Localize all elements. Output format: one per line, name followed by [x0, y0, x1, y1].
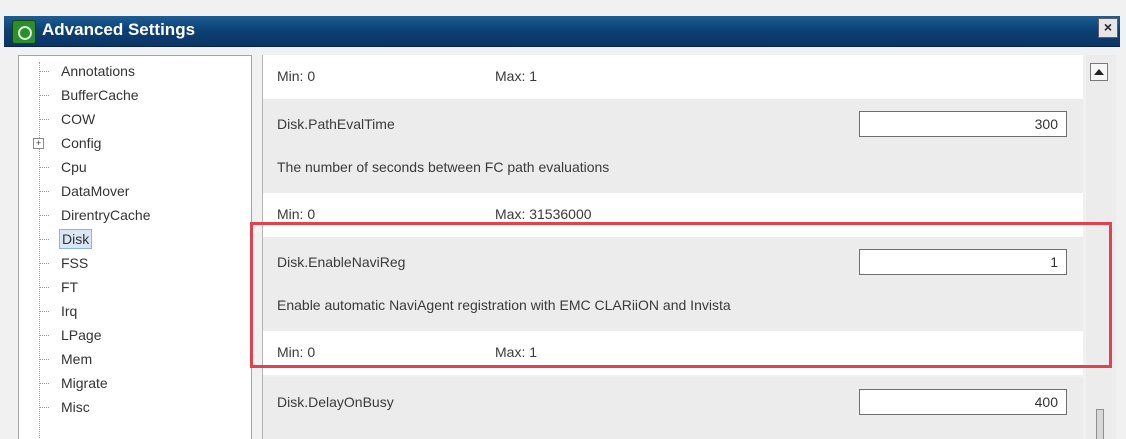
- min-value: Min: 0: [277, 206, 316, 222]
- range-row: Min: 0 Max: 31536000: [263, 193, 1083, 237]
- settings-tree: Annotations BufferCache COW + Config Cpu…: [18, 55, 252, 439]
- tree-branch: [39, 215, 49, 216]
- tree-branch: [39, 407, 49, 408]
- tree-item-label: Annotations: [61, 63, 135, 79]
- setting-disk-delayonbusy: Disk.DelayOnBusy 400: [263, 377, 1083, 439]
- setting-value-input[interactable]: 300: [859, 111, 1067, 137]
- close-icon: ×: [1103, 19, 1113, 35]
- title-bar[interactable]: Advanced Settings: [4, 16, 1120, 47]
- setting-disk-enablenavireg: Disk.EnableNaviReg 1 Enable automatic Na…: [263, 237, 1083, 331]
- max-value: Max: 31536000: [495, 206, 592, 222]
- tree-branch: [39, 167, 49, 168]
- settings-content-pane: Min: 0 Max: 1 Disk.PathEvalTime 300 The …: [262, 55, 1083, 439]
- tree-item-label: Migrate: [61, 375, 108, 391]
- tree-item-label: FSS: [61, 255, 89, 271]
- min-value: Min: 0: [277, 68, 316, 84]
- tree-branch: [39, 311, 49, 312]
- setting-name: Disk.DelayOnBusy: [277, 394, 394, 410]
- tree-branch: [39, 239, 49, 240]
- tree-item-label: DirentryCache: [61, 207, 151, 223]
- tree-item-label: Mem: [61, 351, 93, 367]
- min-value: Min: 0: [277, 344, 316, 360]
- tree-branch: [39, 71, 49, 72]
- max-value: Max: 1: [495, 344, 538, 360]
- setting-name: Disk.PathEvalTime: [277, 116, 395, 132]
- vertical-scrollbar[interactable]: [1086, 55, 1116, 439]
- tree-item-label: Misc: [61, 399, 90, 415]
- app-icon: [12, 20, 36, 44]
- tree-item-label: FT: [61, 279, 79, 295]
- tree-item-label: Disk: [59, 229, 93, 249]
- range-row: Min: 0 Max: 1: [263, 55, 1083, 99]
- setting-value-input[interactable]: 400: [859, 389, 1067, 415]
- tree-item-label: COW: [61, 111, 96, 127]
- max-value: Max: 1: [495, 68, 538, 84]
- close-button[interactable]: ×: [1098, 18, 1118, 38]
- tree-item-label: DataMover: [61, 183, 130, 199]
- window-title: Advanced Settings: [42, 20, 196, 39]
- range-row: Min: 0 Max: 1: [263, 331, 1083, 375]
- setting-name: Disk.EnableNaviReg: [277, 254, 406, 270]
- scroll-up-icon[interactable]: [1090, 63, 1108, 81]
- tree-branch: [39, 335, 49, 336]
- tree-item-label: LPage: [61, 327, 102, 343]
- tree-item-label: BufferCache: [61, 87, 139, 103]
- tree-item-label: Config: [61, 135, 102, 151]
- setting-disk-pathevaltime: Disk.PathEvalTime 300 The number of seco…: [263, 99, 1083, 193]
- tree-branch: [39, 191, 49, 192]
- scroll-thumb[interactable]: [1096, 409, 1104, 439]
- tree-branch: [39, 383, 49, 384]
- tree-branch: [39, 287, 49, 288]
- tree-branch: [39, 263, 49, 264]
- tree-branch: [39, 119, 49, 120]
- advanced-settings-dialog: Advanced Settings × Annotations BufferCa…: [0, 0, 1126, 439]
- tree-branch: [39, 359, 49, 360]
- tree-branch: [39, 95, 49, 96]
- setting-value-input[interactable]: 1: [859, 249, 1067, 275]
- setting-description: The number of seconds between FC path ev…: [277, 159, 610, 175]
- tree-item-label: Cpu: [61, 159, 87, 175]
- setting-description: Enable automatic NaviAgent registration …: [277, 297, 731, 313]
- tree-expander-icon[interactable]: +: [33, 138, 44, 149]
- tree-item-label: Irq: [61, 303, 78, 319]
